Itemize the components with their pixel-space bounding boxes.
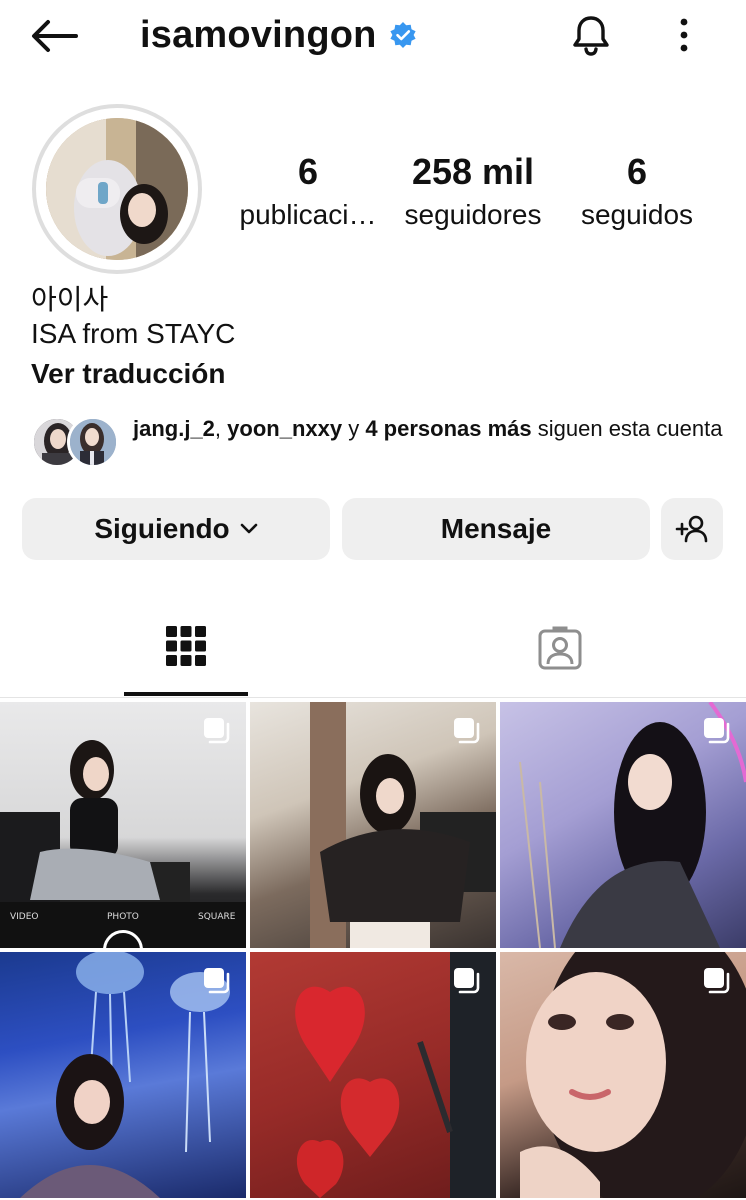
message-button-label: Mensaje	[440, 513, 552, 544]
following-count-label: seguidos	[580, 199, 694, 230]
posts-count-value: 6	[297, 151, 319, 192]
more-options-button[interactable]	[664, 12, 704, 58]
follower-avatar	[67, 416, 119, 468]
following-button-label: Siguiendo	[94, 513, 230, 544]
posts-grid: VIDEO PHOTO SQUARE	[0, 700, 746, 1200]
post-thumbnail[interactable]	[500, 702, 746, 948]
profile-tabs	[0, 600, 746, 698]
conjunction: y	[342, 416, 366, 441]
posts-count[interactable]: 6 publicaci…	[238, 150, 378, 236]
arrow-left-icon	[32, 20, 78, 52]
separator: ,	[214, 416, 228, 441]
carousel-icon	[454, 968, 480, 994]
follower-username[interactable]: yoon_nxxy	[227, 416, 342, 441]
carousel-icon	[704, 718, 730, 744]
bell-icon	[573, 16, 609, 56]
post-thumbnail[interactable]: VIDEO PHOTO SQUARE	[0, 702, 246, 948]
others-count: 4 personas más	[365, 416, 532, 441]
carousel-icon	[454, 718, 480, 744]
following-count[interactable]: 6 seguidos	[572, 150, 702, 236]
verified-badge-icon	[389, 21, 417, 49]
posts-count-label: publicaci…	[239, 199, 377, 230]
camera-ui-overlay: VIDEO PHOTO SQUARE	[0, 902, 246, 948]
profile-stats: 6 publicaci… 258 mil seguidores 6 seguid…	[232, 150, 722, 240]
tagged-person-icon	[538, 626, 582, 670]
carousel-icon	[704, 968, 730, 994]
message-button[interactable]: Mensaje	[342, 498, 650, 560]
profile-bio: ISA from STAYC	[31, 318, 236, 349]
followed-by-text: jang.j_2, yoon_nxxy y 4 personas más sig…	[133, 414, 723, 444]
profile-username: isamovingon	[140, 13, 377, 56]
camera-mode-label: VIDEO	[10, 912, 39, 922]
more-vertical-icon	[680, 18, 688, 52]
camera-mode-label: SQUARE	[198, 912, 236, 922]
username-wrap: isamovingon	[140, 12, 417, 58]
avatar-image	[46, 118, 188, 260]
post-thumbnail[interactable]	[250, 702, 496, 948]
followers-count-value: 258 mil	[411, 151, 535, 192]
carousel-icon	[204, 968, 230, 994]
follower-username[interactable]: jang.j_2	[133, 416, 215, 441]
post-thumbnail[interactable]	[500, 952, 746, 1198]
followed-by[interactable]: jang.j_2, yoon_nxxy y 4 personas más sig…	[31, 414, 723, 474]
followers-count-label: seguidores	[404, 199, 542, 230]
see-translation-link[interactable]: Ver traducción	[31, 358, 226, 390]
following-count-value: 6	[626, 151, 648, 192]
chevron-down-icon	[240, 523, 257, 534]
tab-tagged[interactable]	[498, 600, 622, 696]
shutter-icon	[103, 930, 143, 948]
suggest-users-button[interactable]	[661, 498, 723, 560]
following-button[interactable]: Siguiendo	[22, 498, 330, 560]
camera-mode-label: PHOTO	[107, 912, 139, 922]
tab-posts-grid[interactable]	[124, 600, 248, 696]
followers-count[interactable]: 258 mil seguidores	[398, 150, 548, 236]
profile-avatar[interactable]	[32, 104, 202, 274]
profile-display-name: 아이사	[31, 284, 109, 315]
notifications-button[interactable]	[566, 10, 616, 60]
post-thumbnail[interactable]	[250, 952, 496, 1198]
add-user-icon	[675, 515, 708, 543]
followed-by-tail: siguen esta cuenta	[531, 416, 723, 441]
carousel-icon	[204, 718, 230, 744]
back-button[interactable]	[28, 14, 80, 58]
post-thumbnail[interactable]	[0, 952, 246, 1198]
top-bar: isamovingon	[0, 0, 746, 72]
grid-icon	[166, 626, 206, 666]
